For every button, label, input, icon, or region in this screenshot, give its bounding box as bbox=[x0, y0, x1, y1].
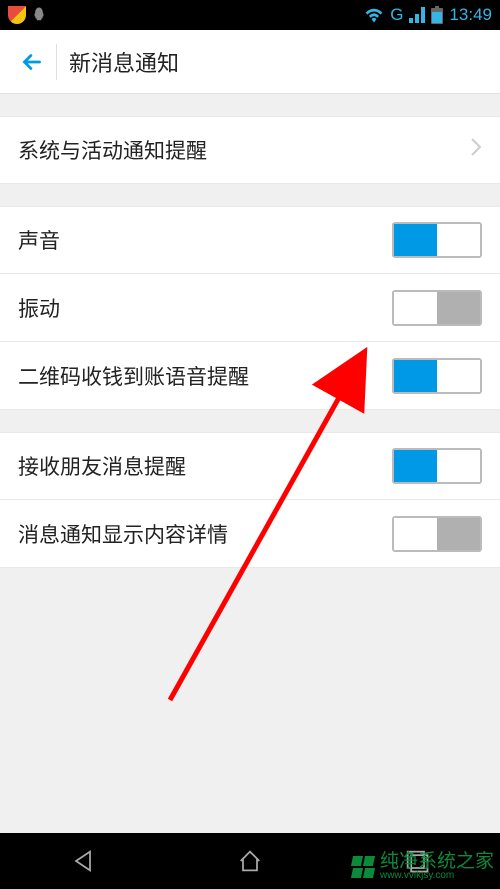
row-msg-detail: 消息通知显示内容详情 bbox=[0, 500, 500, 568]
penguin-icon bbox=[30, 6, 48, 24]
row-system-activity[interactable]: 系统与活动通知提醒 bbox=[0, 116, 500, 184]
toggle-qr-voice[interactable] bbox=[392, 358, 482, 394]
toggle-sound[interactable] bbox=[392, 222, 482, 258]
row-label: 接收朋友消息提醒 bbox=[18, 451, 186, 481]
row-qr-voice: 二维码收钱到账语音提醒 bbox=[0, 342, 500, 410]
nav-back-button[interactable] bbox=[53, 841, 113, 881]
watermark-url: www.vvikjsy.com bbox=[380, 871, 494, 881]
back-button[interactable] bbox=[12, 42, 52, 82]
chevron-right-icon bbox=[470, 137, 482, 163]
row-label: 消息通知显示内容详情 bbox=[18, 519, 228, 549]
header-divider bbox=[56, 44, 57, 80]
row-label: 二维码收钱到账语音提醒 bbox=[18, 361, 249, 391]
network-label: G bbox=[390, 5, 403, 25]
status-bar: G 13:49 bbox=[0, 0, 500, 30]
toggle-friend-msg[interactable] bbox=[392, 448, 482, 484]
wifi-icon bbox=[364, 7, 384, 23]
nav-home-button[interactable] bbox=[220, 841, 280, 881]
status-right: G 13:49 bbox=[364, 5, 492, 25]
settings-group-2: 声音 振动 二维码收钱到账语音提醒 bbox=[0, 206, 500, 410]
row-label: 声音 bbox=[18, 225, 60, 255]
settings-group-3: 接收朋友消息提醒 消息通知显示内容详情 bbox=[0, 432, 500, 568]
row-sound: 声音 bbox=[0, 206, 500, 274]
watermark-logo-icon bbox=[352, 856, 374, 878]
toggle-vibrate[interactable] bbox=[392, 290, 482, 326]
header: 新消息通知 bbox=[0, 30, 500, 94]
watermark: 纯净系统之家 www.vvikjsy.com bbox=[352, 852, 494, 881]
page-title: 新消息通知 bbox=[69, 46, 179, 78]
shield-icon bbox=[8, 6, 26, 24]
row-friend-msg: 接收朋友消息提醒 bbox=[0, 432, 500, 500]
watermark-text: 纯净系统之家 bbox=[380, 852, 494, 871]
clock: 13:49 bbox=[449, 5, 492, 25]
settings-group-1: 系统与活动通知提醒 bbox=[0, 116, 500, 184]
toggle-msg-detail[interactable] bbox=[392, 516, 482, 552]
battery-icon bbox=[431, 6, 443, 24]
signal-icon bbox=[409, 7, 425, 23]
status-left bbox=[8, 6, 48, 24]
row-label: 振动 bbox=[18, 293, 60, 323]
row-label: 系统与活动通知提醒 bbox=[18, 135, 207, 165]
row-vibrate: 振动 bbox=[0, 274, 500, 342]
